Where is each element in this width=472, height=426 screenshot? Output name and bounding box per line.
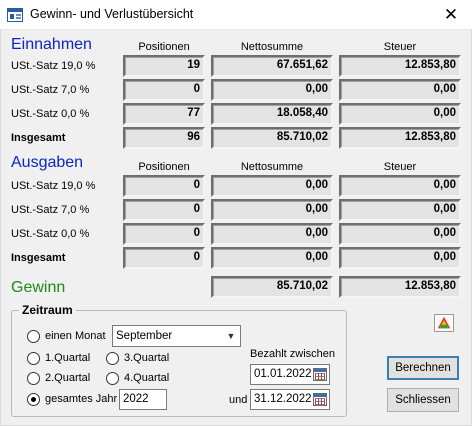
- schliessen-button[interactable]: Schliessen: [387, 388, 459, 412]
- app-window-icon: [7, 8, 23, 22]
- monat-dropdown[interactable]: September ▼: [112, 325, 241, 347]
- radio-2-quartal[interactable]: [27, 372, 40, 385]
- ausgaben-steuer-value: 0,00: [339, 175, 461, 197]
- ausgaben-nettosumme-value: 0,00: [211, 223, 333, 245]
- radio-1-quartal[interactable]: [27, 352, 40, 365]
- einnahmen-total-steuer: 12.853,80: [339, 127, 461, 149]
- einnahmen-total-positionen: 96: [123, 127, 205, 149]
- date-to-value: 31.12.2022: [254, 393, 312, 405]
- date-to-input[interactable]: 31.12.2022: [250, 389, 330, 410]
- radio-4-quartal-label[interactable]: 4.Quartal: [124, 372, 169, 384]
- berechnen-button[interactable]: Berechnen: [387, 356, 459, 380]
- einnahmen-steuer-value: 12.853,80: [339, 55, 461, 77]
- ausgaben-nettosumme-value: 0,00: [211, 199, 333, 221]
- ausgaben-total-nettosumme: 0,00: [211, 247, 333, 269]
- ausgaben-col-nettosumme: Nettosumme: [240, 161, 304, 173]
- einnahmen-nettosumme-value: 0,00: [211, 79, 333, 101]
- ausgaben-row-label: USt.-Satz 7,0 %: [11, 204, 90, 216]
- und-label: und: [229, 394, 248, 406]
- einnahmen-col-steuer: Steuer: [383, 41, 417, 53]
- ausgaben-positionen-value: 0: [123, 175, 205, 197]
- radio-3-quartal[interactable]: [106, 352, 119, 365]
- ausgaben-row-label: USt.-Satz 0,0 %: [11, 228, 90, 240]
- einnahmen-nettosumme-value: 18.058,40: [211, 103, 333, 125]
- ausgaben-total-label: Insgesamt: [11, 252, 66, 264]
- einnahmen-total-nettosumme: 85.710,02: [211, 127, 333, 149]
- ausgaben-total-positionen: 0: [123, 247, 205, 269]
- radio-einen-monat-label[interactable]: einen Monat: [45, 330, 106, 342]
- ausgaben-steuer-value: 0,00: [339, 223, 461, 245]
- close-icon[interactable]: ✕: [434, 4, 468, 26]
- gewinn-nettosumme-value: 85.710,02: [211, 276, 333, 298]
- einnahmen-col-positionen: Positionen: [138, 41, 190, 53]
- einnahmen-total-label: Insgesamt: [11, 132, 66, 144]
- date-from-input[interactable]: 01.01.2022: [250, 364, 330, 385]
- einnahmen-steuer-value: 0,00: [339, 79, 461, 101]
- radio-einen-monat[interactable]: [27, 330, 40, 343]
- radio-2-quartal-label[interactable]: 2.Quartal: [45, 372, 90, 384]
- zeitraum-label: Zeitraum: [19, 303, 76, 317]
- einnahmen-nettosumme-value: 67.651,62: [211, 55, 333, 77]
- einnahmen-positionen-value: 0: [123, 79, 205, 101]
- radio-gesamtes-jahr-label[interactable]: gesamtes Jahr: [45, 393, 117, 405]
- ausgaben-row-label: USt.-Satz 19,0 %: [11, 180, 96, 192]
- ausgaben-col-steuer: Steuer: [383, 161, 417, 173]
- ausgaben-positionen-value: 0: [123, 223, 205, 245]
- einnahmen-col-nettosumme: Nettosumme: [240, 41, 304, 53]
- chart-icon[interactable]: [434, 314, 454, 332]
- ausgaben-heading: Ausgaben: [11, 154, 84, 171]
- ausgaben-positionen-value: 0: [123, 199, 205, 221]
- einnahmen-steuer-value: 0,00: [339, 103, 461, 125]
- einnahmen-row-label: USt.-Satz 7,0 %: [11, 84, 90, 96]
- gewinn-heading: Gewinn: [11, 279, 66, 296]
- chevron-down-icon[interactable]: ▼: [223, 327, 239, 345]
- window-title: Gewinn- und Verlustübersicht: [30, 7, 194, 21]
- radio-selected-dot: [31, 397, 36, 402]
- date-from-value: 01.01.2022: [254, 368, 312, 380]
- ausgaben-col-positionen: Positionen: [138, 161, 190, 173]
- ausgaben-nettosumme-value: 0,00: [211, 175, 333, 197]
- jahr-input[interactable]: 2022: [119, 389, 167, 410]
- gewinn-steuer-value: 12.853,80: [339, 276, 461, 298]
- einnahmen-positionen-value: 19: [123, 55, 205, 77]
- monat-dropdown-value: September: [116, 330, 173, 342]
- radio-4-quartal[interactable]: [106, 372, 119, 385]
- radio-3-quartal-label[interactable]: 3.Quartal: [124, 352, 169, 364]
- ausgaben-total-steuer: 0,00: [339, 247, 461, 269]
- calendar-icon[interactable]: [313, 393, 327, 406]
- einnahmen-heading: Einnahmen: [11, 36, 92, 53]
- title-bar: Gewinn- und Verlustübersicht ✕: [0, 0, 472, 30]
- bezahlt-zwischen-label: Bezahlt zwischen: [250, 348, 335, 360]
- radio-gesamtes-jahr[interactable]: [27, 393, 40, 406]
- einnahmen-positionen-value: 77: [123, 103, 205, 125]
- einnahmen-row-label: USt.-Satz 19,0 %: [11, 60, 96, 72]
- calendar-icon[interactable]: [313, 368, 327, 381]
- ausgaben-steuer-value: 0,00: [339, 199, 461, 221]
- radio-1-quartal-label[interactable]: 1.Quartal: [45, 352, 90, 364]
- einnahmen-row-label: USt.-Satz 0,0 %: [11, 108, 90, 120]
- dialog-body: Einnahmen Positionen Nettosumme Steuer U…: [0, 30, 472, 426]
